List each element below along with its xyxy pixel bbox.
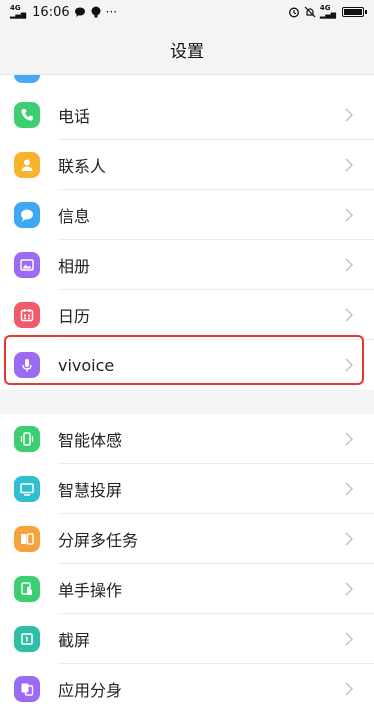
chevron-right-icon bbox=[342, 208, 356, 222]
chat-notification-icon bbox=[74, 7, 85, 17]
settings-item-label: 联系人 bbox=[58, 157, 107, 176]
settings-list: 电话 联系人 信息 相册 日历 vivoice 智能体感 智慧投屏 分屏多任务 … bbox=[0, 75, 374, 714]
chevron-right-icon bbox=[342, 482, 356, 496]
chevron-right-icon bbox=[342, 582, 356, 596]
app-notification-icon bbox=[91, 6, 101, 18]
status-bar: 4G ▂▄▆ 16:06 ··· 4G ▂▄▆ bbox=[0, 0, 374, 24]
settings-item-label: 电话 bbox=[58, 107, 91, 126]
chevron-right-icon bbox=[342, 158, 356, 172]
contact-icon bbox=[14, 152, 40, 178]
microphone-icon bbox=[14, 352, 40, 378]
status-time: 16:06 bbox=[32, 4, 70, 20]
more-notifications: ··· bbox=[105, 5, 118, 19]
settings-item-label: 信息 bbox=[58, 207, 91, 226]
partial-settings-item[interactable] bbox=[0, 75, 374, 90]
settings-item-label: 日历 bbox=[58, 307, 91, 326]
settings-item-smart-motion[interactable]: 智能体感 bbox=[0, 414, 374, 464]
alarm-icon bbox=[288, 7, 299, 18]
settings-item-vivoice[interactable]: vivoice bbox=[0, 340, 374, 390]
chevron-right-icon bbox=[342, 108, 356, 122]
settings-item-app-clone[interactable]: 应用分身 bbox=[0, 664, 374, 714]
settings-item-contacts[interactable]: 联系人 bbox=[0, 140, 374, 190]
page-title: 设置 bbox=[0, 24, 374, 75]
chevron-right-icon bbox=[342, 258, 356, 272]
chevron-right-icon bbox=[342, 308, 356, 322]
album-icon bbox=[14, 252, 40, 278]
split-screen-icon bbox=[14, 526, 40, 552]
mute-icon bbox=[304, 6, 316, 18]
settings-item-split-screen[interactable]: 分屏多任务 bbox=[0, 514, 374, 564]
settings-item-label: 截屏 bbox=[58, 631, 91, 650]
screenshot-icon bbox=[14, 626, 40, 652]
screen-cast-icon bbox=[14, 476, 40, 502]
one-hand-icon bbox=[14, 576, 40, 602]
partial-item-icon bbox=[14, 75, 40, 83]
settings-item-label: 分屏多任务 bbox=[58, 531, 139, 550]
settings-item-screen-cast[interactable]: 智慧投屏 bbox=[0, 464, 374, 514]
settings-group-apps: 电话 联系人 信息 相册 日历 vivoice bbox=[0, 90, 374, 390]
message-icon bbox=[14, 202, 40, 228]
settings-item-label: 智能体感 bbox=[58, 431, 123, 450]
signal-icon: 4G ▂▄▆ bbox=[10, 4, 27, 19]
chevron-right-icon bbox=[342, 682, 356, 696]
settings-item-label: 应用分身 bbox=[58, 681, 123, 700]
settings-group-features: 智能体感 智慧投屏 分屏多任务 单手操作 截屏 应用分身 bbox=[0, 414, 374, 714]
settings-item-phone[interactable]: 电话 bbox=[0, 90, 374, 140]
settings-item-label: 智慧投屏 bbox=[58, 481, 123, 500]
chevron-right-icon bbox=[342, 632, 356, 646]
chevron-right-icon bbox=[342, 532, 356, 546]
chevron-right-icon bbox=[342, 358, 356, 372]
section-gap bbox=[0, 390, 374, 414]
settings-item-one-hand[interactable]: 单手操作 bbox=[0, 564, 374, 614]
app-clone-icon bbox=[14, 676, 40, 702]
battery-icon bbox=[342, 7, 367, 17]
settings-item-album[interactable]: 相册 bbox=[0, 240, 374, 290]
settings-item-label: vivoice bbox=[58, 355, 115, 375]
calendar-icon bbox=[14, 302, 40, 328]
settings-item-label: 单手操作 bbox=[58, 581, 123, 600]
signal-icon-right: 4G ▂▄▆ bbox=[319, 4, 336, 19]
settings-item-messages[interactable]: 信息 bbox=[0, 190, 374, 240]
smart-motion-icon bbox=[14, 426, 40, 452]
settings-item-calendar[interactable]: 日历 bbox=[0, 290, 374, 340]
settings-item-label: 相册 bbox=[58, 257, 91, 276]
phone-icon bbox=[14, 102, 40, 128]
chevron-right-icon bbox=[342, 432, 356, 446]
settings-item-screenshot[interactable]: 截屏 bbox=[0, 614, 374, 664]
